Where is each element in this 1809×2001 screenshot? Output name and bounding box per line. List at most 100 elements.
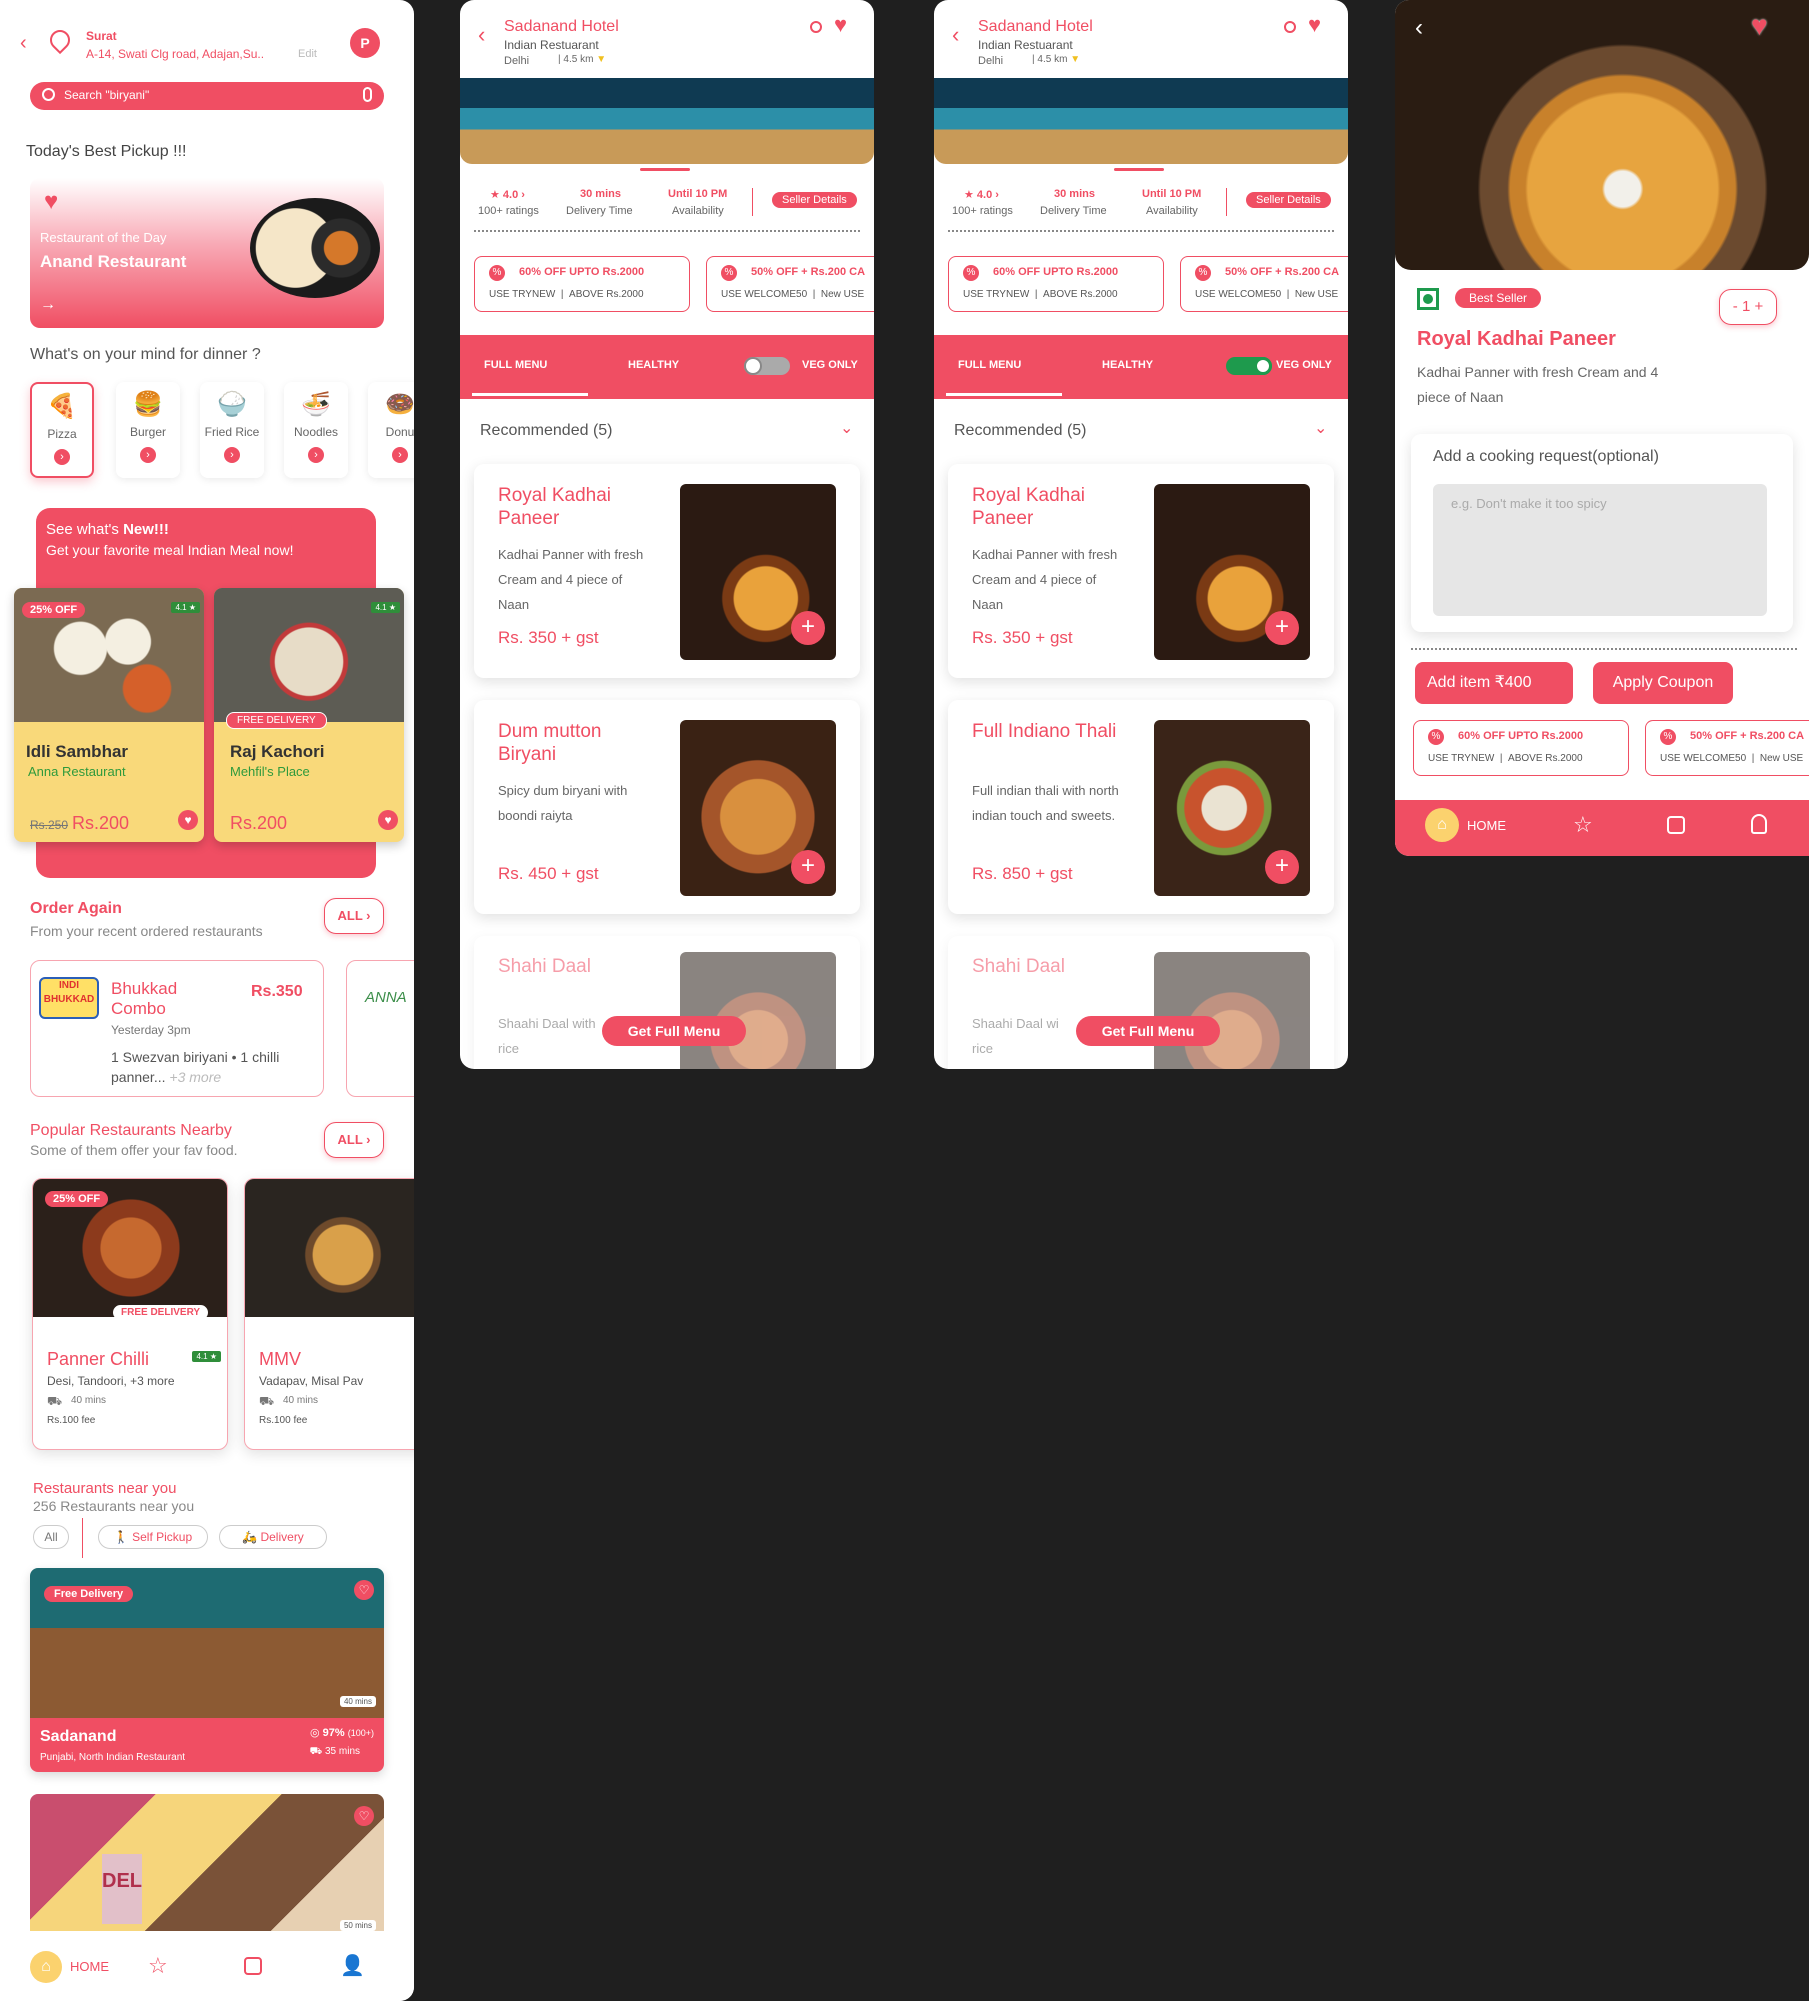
popular-restaurant-card[interactable]: 25% OFF FREE DELIVERY Panner Chilli 4.1 … (32, 1178, 228, 1450)
nearby-restaurant-card[interactable]: Free Delivery ♡ 40 mins Sadanand Punjabi… (30, 1568, 384, 1772)
tab-healthy[interactable]: HEALTHY (628, 359, 679, 371)
add-button[interactable]: + (791, 850, 825, 884)
user-icon[interactable] (1751, 814, 1767, 834)
star-icon[interactable]: ☆ (148, 1953, 168, 1979)
plus-button[interactable]: + (1754, 298, 1763, 315)
add-button[interactable]: + (791, 611, 825, 645)
seller-details-button[interactable]: Seller Details (1246, 192, 1331, 208)
menu-item-card[interactable]: Shahi Daal Shaahi Daal wi rice (948, 936, 1334, 1069)
heart-icon[interactable]: ♥ (178, 810, 198, 830)
menu-item-card[interactable]: Full Indiano Thali Full indian thali wit… (948, 700, 1334, 914)
quantity-stepper[interactable]: - 1 + (1719, 289, 1777, 325)
filter-delivery[interactable]: 🛵 Delivery (219, 1525, 327, 1549)
rating-value: ★ 4.0 › (964, 189, 999, 201)
delivery-time: 40 mins (71, 1395, 107, 1406)
category-label: Donu (385, 425, 414, 439)
menu-item-card[interactable]: Royal Kadhai Paneer Kadhai Panner with f… (948, 464, 1334, 678)
search-icon[interactable] (810, 21, 822, 33)
veg-toggle[interactable] (1226, 357, 1272, 375)
category-burger[interactable]: 🍔 Burger › (116, 382, 180, 478)
new-item-card[interactable]: 25% OFF 4.1 ★ Idli Sambhar Anna Restaura… (14, 588, 204, 842)
get-full-menu-button[interactable]: Get Full Menu (1076, 1016, 1220, 1046)
category-noodles[interactable]: 🍜 Noodles › (284, 382, 348, 478)
heart-icon[interactable]: ♡ (354, 1580, 374, 1600)
add-button[interactable]: + (1265, 850, 1299, 884)
item-price: Rs. 350 + gst (498, 628, 599, 647)
rating-badge: 4.1 ★ (192, 1351, 221, 1362)
heart-icon[interactable]: ♥ (1751, 10, 1768, 42)
tab-full-menu[interactable]: FULL MENU (958, 359, 1021, 371)
bag-icon[interactable] (1667, 816, 1685, 834)
chevron-down-icon[interactable]: ⌄ (840, 418, 853, 438)
distance-value: 4.5 km (563, 54, 594, 65)
scooter-icon: ⛟ (259, 1394, 275, 1408)
search-input[interactable]: Search "biryani" (64, 88, 149, 102)
order-again-all-button[interactable]: ALL › (324, 898, 384, 934)
offer-card[interactable]: % 50% OFF + Rs.200 CA USE WELCOME50 | Ne… (1645, 720, 1809, 776)
order-again-card-2[interactable]: ANNA (346, 960, 414, 1097)
offer-card[interactable]: % 50% OFF + Rs.200 CA USE WELCOME50 | Ne… (1180, 256, 1348, 312)
heart-icon[interactable]: ♥ (378, 810, 398, 830)
minus-button[interactable]: - (1733, 298, 1738, 315)
menu-item-card[interactable]: Royal Kadhai Paneer Kadhai Panner with f… (474, 464, 860, 678)
offer-card[interactable]: % 60% OFF UPTO Rs.2000 USE TRYNEW | ABOV… (948, 256, 1164, 312)
offer-code: USE TRYNEW | ABOVE Rs.2000 (489, 289, 644, 300)
availability-value: Until 10 PM (668, 188, 728, 200)
add-item-button[interactable]: Add item ₹400 (1415, 662, 1573, 704)
filter-all[interactable]: All (33, 1525, 69, 1549)
tab-veg-only[interactable]: VEG ONLY (802, 359, 858, 371)
tab-full-menu[interactable]: FULL MENU (484, 359, 547, 371)
back-icon[interactable]: ‹ (478, 22, 485, 48)
search-bar[interactable]: Search "biryani" (30, 82, 384, 110)
back-icon[interactable]: ‹ (952, 22, 959, 48)
category-fried-rice[interactable]: 🍚 Fried Rice › (200, 382, 264, 478)
add-button[interactable]: + (1265, 611, 1299, 645)
pizza-icon: 🍕 (47, 393, 77, 420)
heart-icon[interactable]: ♥ (44, 188, 58, 216)
score-icon: ◎ (309, 1727, 320, 1739)
get-full-menu-button[interactable]: Get Full Menu (602, 1016, 746, 1046)
apply-coupon-button[interactable]: Apply Coupon (1593, 662, 1733, 704)
menu-item-card[interactable]: Dum mutton Biryani Spicy dum biryani wit… (474, 700, 860, 914)
heart-icon[interactable]: ♥ (834, 12, 847, 38)
chevron-down-icon[interactable]: ⌄ (1314, 418, 1327, 438)
cooking-request-input[interactable]: e.g. Don't make it too spicy (1433, 484, 1767, 616)
restaurant-of-day-card[interactable]: ♥ Restaurant of the Day Anand Restaurant… (30, 178, 384, 328)
seller-details-button[interactable]: Seller Details (772, 192, 857, 208)
offer-card[interactable]: % 60% OFF UPTO Rs.2000 USE TRYNEW | ABOV… (1413, 720, 1629, 776)
back-icon[interactable]: ‹ (1415, 14, 1423, 42)
user-icon[interactable]: 👤 (340, 1953, 365, 1978)
restaurant-name: Mehfil's Place (230, 764, 310, 779)
veg-toggle[interactable] (744, 357, 790, 375)
category-pizza[interactable]: 🍕 Pizza › (30, 382, 94, 478)
nearby-restaurant-card[interactable]: DEL ♡ 50 mins (30, 1794, 384, 1944)
search-icon[interactable] (1284, 21, 1296, 33)
offer-condition: ABOVE Rs.2000 (1508, 753, 1583, 764)
arrow-icon[interactable]: → (40, 296, 56, 314)
filter-self-pickup[interactable]: 🚶 Self Pickup (98, 1525, 208, 1549)
back-icon[interactable]: ‹ (20, 32, 27, 55)
edit-link[interactable]: Edit (298, 48, 317, 60)
mic-icon[interactable] (363, 87, 372, 102)
tab-healthy[interactable]: HEALTHY (1102, 359, 1153, 371)
menu-item-card[interactable]: Shahi Daal Shaahi Daal with rice (474, 936, 860, 1069)
order-again-card[interactable]: INDI BHUKKAD Bhukkad Combo Rs.350 Yester… (30, 960, 324, 1097)
offer-card[interactable]: % 50% OFF + Rs.200 CA USE WELCOME50 | Ne… (706, 256, 874, 312)
tab-veg-only[interactable]: VEG ONLY (1276, 359, 1332, 371)
heart-icon[interactable]: ♡ (354, 1806, 374, 1826)
restaurant-banner-image (460, 78, 874, 164)
popular-all-button[interactable]: ALL › (324, 1122, 384, 1158)
restaurant-distance: | 4.5 km ▼ (1032, 54, 1081, 65)
popular-subtitle: Some of them offer your fav food. (30, 1142, 238, 1158)
popular-restaurant-card[interactable]: MMV Vadapav, Misal Pav ⛟ 40 mins Rs.100 … (244, 1178, 414, 1450)
star-icon[interactable]: ☆ (1573, 812, 1593, 838)
item-price: Rs. 850 + gst (972, 864, 1073, 883)
heart-icon[interactable]: ♥ (1308, 12, 1321, 38)
category-donut[interactable]: 🍩 Donu › (368, 382, 414, 478)
bag-icon[interactable] (244, 1957, 262, 1975)
offer-card[interactable]: % 60% OFF UPTO Rs.2000 USE TRYNEW | ABOV… (474, 256, 690, 312)
price: Rs.200 (230, 813, 288, 833)
new-item-card[interactable]: FREE DELIVERY 4.1 ★ Raj Kachori Mehfil's… (214, 588, 404, 842)
address-label[interactable]: A-14, Swati Clg road, Adajan,Su.. (86, 47, 264, 61)
avatar[interactable]: P (350, 28, 380, 58)
